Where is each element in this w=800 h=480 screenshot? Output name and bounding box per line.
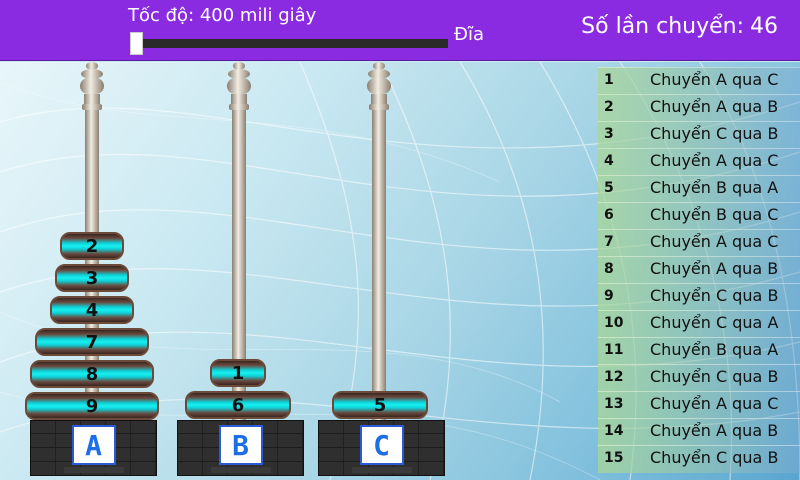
- disk-8-number: 8: [85, 363, 99, 385]
- log-row: 6 Chuyển B qua C: [598, 202, 800, 230]
- log-row-number: 2: [604, 99, 614, 115]
- log-row-text: Chuyển C qua B: [650, 124, 779, 143]
- log-row-text: Chuyển A qua C: [650, 232, 779, 251]
- disk-3[interactable]: 3: [55, 264, 129, 292]
- disk-2-number: 2: [85, 235, 99, 257]
- disk-8[interactable]: 8: [30, 360, 154, 388]
- log-row: 15 Chuyển C qua B: [598, 445, 800, 473]
- log-row-text: Chuyển A qua B: [650, 259, 779, 278]
- disk-4-number: 4: [85, 299, 99, 321]
- disk-5-number: 5: [373, 394, 387, 416]
- log-row-number: 15: [604, 450, 624, 466]
- peg-a-base[interactable]: A: [30, 420, 157, 476]
- log-row-number: 8: [604, 261, 614, 277]
- log-row: 3 Chuyển C qua B: [598, 121, 800, 149]
- peg-c-rod: [367, 62, 391, 430]
- peg-a-label: A: [85, 428, 102, 462]
- disk-2[interactable]: 2: [60, 232, 124, 260]
- log-row: 9 Chuyển C qua B: [598, 283, 800, 311]
- log-row-number: 10: [604, 315, 624, 331]
- disk-7-number: 7: [85, 331, 99, 353]
- peg-b-foot: [210, 467, 271, 473]
- log-row: 2 Chuyển A qua B: [598, 94, 800, 122]
- log-row: 13 Chuyển A qua C: [598, 391, 800, 419]
- disk-9-number: 9: [85, 395, 99, 417]
- disk-9[interactable]: 9: [25, 392, 159, 420]
- log-row-text: Chuyển B qua A: [650, 340, 779, 359]
- log-row-text: Chuyển B qua C: [650, 205, 779, 224]
- peg-c-foot: [351, 467, 412, 473]
- speed-slider-thumb[interactable]: [130, 32, 143, 55]
- disk-4[interactable]: 4: [50, 296, 134, 324]
- log-row-number: 14: [604, 423, 624, 439]
- peg-b-label-plate: B: [218, 425, 263, 465]
- log-row-text: Chuyển C qua B: [650, 367, 779, 386]
- log-row: 1 Chuyển A qua C: [598, 67, 800, 95]
- disk-1[interactable]: 1: [210, 359, 266, 387]
- disk-6[interactable]: 6: [185, 391, 291, 419]
- peg-c-base[interactable]: C: [318, 420, 445, 476]
- log-row-number: 7: [604, 234, 614, 250]
- peg-c-label-plate: C: [359, 425, 404, 465]
- speed-label: Tốc độ: 400 mili giây: [128, 5, 317, 26]
- peg-a-foot: [63, 467, 124, 473]
- log-row-text: Chuyển A qua C: [650, 70, 779, 89]
- log-row-text: Chuyển A qua C: [650, 394, 779, 413]
- log-row-number: 1: [604, 72, 614, 88]
- disk-6-number: 6: [231, 394, 245, 416]
- log-row-number: 5: [604, 180, 614, 196]
- move-counter-value: 46: [750, 14, 778, 39]
- peg-c-label: C: [373, 428, 390, 462]
- log-row-text: Chuyển C qua A: [650, 313, 779, 332]
- log-row-number: 3: [604, 126, 614, 142]
- peg-b-label: B: [232, 428, 249, 462]
- peg-a-label-plate: A: [71, 425, 116, 465]
- log-row: 11 Chuyển B qua A: [598, 337, 800, 365]
- move-log[interactable]: 1 Chuyển A qua C 2 Chuyển A qua B 3 Chuyển …: [598, 67, 800, 480]
- log-row: 10 Chuyển C qua A: [598, 310, 800, 338]
- move-counter: Số lần chuyển: 46: [575, 14, 778, 39]
- log-row-number: 12: [604, 369, 624, 385]
- log-row: 5 Chuyển B qua A: [598, 175, 800, 203]
- log-row: 7 Chuyển A qua C: [598, 229, 800, 257]
- log-row-text: Chuyển B qua A: [650, 178, 779, 197]
- peg-b-base[interactable]: B: [177, 420, 304, 476]
- disk-7[interactable]: 7: [35, 328, 149, 356]
- log-row-number: 11: [604, 342, 624, 358]
- disk-5[interactable]: 5: [332, 391, 428, 419]
- log-row-text: Chuyển A qua B: [650, 421, 779, 440]
- log-row: 8 Chuyển A qua B: [598, 256, 800, 284]
- log-row: 4 Chuyển A qua C: [598, 148, 800, 176]
- log-row: 14 Chuyển A qua B: [598, 418, 800, 446]
- log-row: 12 Chuyển C qua B: [598, 364, 800, 392]
- move-counter-label: Số lần chuyển:: [581, 14, 744, 39]
- log-row-text: Chuyển C qua B: [650, 286, 779, 305]
- log-row-number: 4: [604, 153, 614, 169]
- speed-slider-track[interactable]: [135, 39, 448, 48]
- log-row-number: 6: [604, 207, 614, 223]
- log-row-text: Chuyển A qua B: [650, 97, 779, 116]
- top-bar: Tốc độ: 400 mili giây Đĩa Số lần chuyển:…: [0, 0, 800, 61]
- log-row-text: Chuyển A qua C: [650, 151, 779, 170]
- log-row-text: Chuyển C qua B: [650, 448, 779, 467]
- log-row-number: 9: [604, 288, 614, 304]
- disk-3-number: 3: [85, 267, 99, 289]
- disk-1-number: 1: [231, 362, 245, 384]
- log-row-number: 13: [604, 396, 624, 412]
- disc-label[interactable]: Đĩa: [454, 24, 484, 45]
